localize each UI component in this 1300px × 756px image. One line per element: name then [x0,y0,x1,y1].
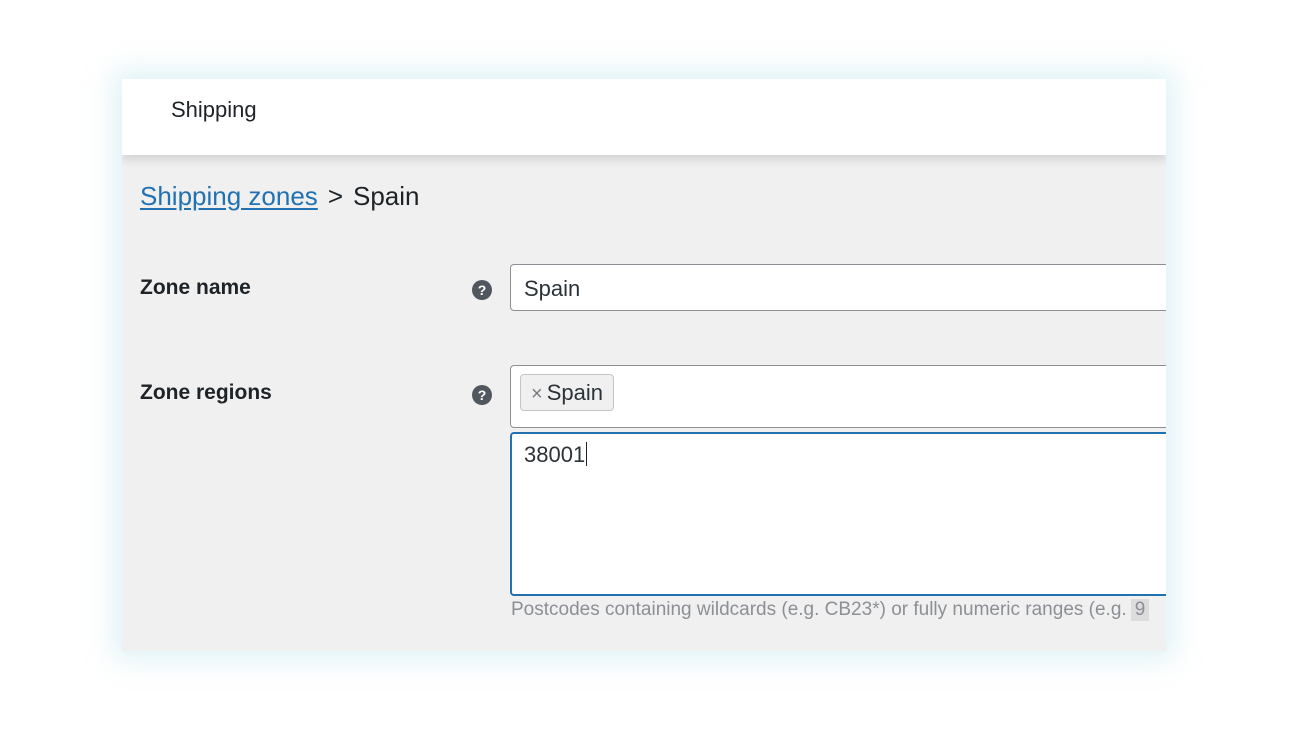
remove-chip-icon[interactable]: × [531,383,543,405]
zone-regions-label: Zone regions [140,381,272,404]
help-icon[interactable]: ? [472,280,492,300]
postcodes-value: 38001 [524,442,586,467]
help-icon[interactable]: ? [472,385,492,405]
region-chip: × Spain [520,374,614,411]
zone-name-input[interactable]: Spain [510,264,1166,311]
settings-card: Shipping Shipping zones > Spain Zone name … [122,79,1166,651]
postcodes-textarea[interactable]: 38001 [510,432,1166,596]
top-bar: Shipping [122,79,1166,155]
page-title: Shipping [171,97,257,122]
breadcrumb-current: Spain [353,181,420,211]
zone-name-label: Zone name [140,276,251,299]
text-caret [586,442,588,466]
hint-code-example: 9 [1130,599,1150,621]
breadcrumb-separator: > [327,181,343,211]
breadcrumb: Shipping zones > Spain [140,180,420,212]
postcodes-hint-text: Postcodes containing wildcards (e.g. CB2… [511,599,1127,620]
zone-regions-select[interactable]: × Spain [510,365,1166,428]
region-chip-label: Spain [546,380,603,405]
postcodes-hint: Postcodes containing wildcards (e.g. CB2… [511,599,1150,621]
breadcrumb-link-shipping-zones[interactable]: Shipping zones [140,181,318,211]
